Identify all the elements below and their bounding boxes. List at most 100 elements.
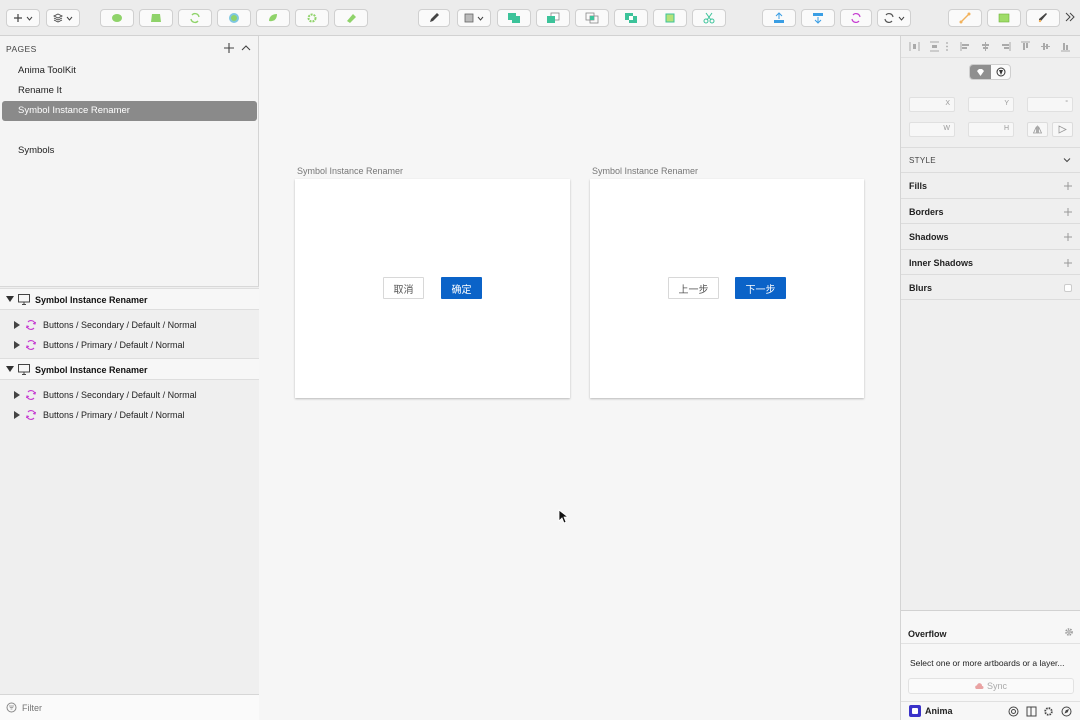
disclosure-right-icon[interactable] bbox=[14, 391, 20, 399]
preview-icon[interactable] bbox=[1008, 706, 1019, 717]
symbol-instance-icon bbox=[25, 340, 37, 350]
flip-vertical-button[interactable] bbox=[1052, 122, 1073, 137]
disclosure-right-icon[interactable] bbox=[14, 341, 20, 349]
frame-button[interactable] bbox=[653, 9, 687, 27]
sync-button[interactable]: Sync bbox=[908, 678, 1074, 694]
align-right-icon[interactable] bbox=[1000, 41, 1011, 52]
add-fill-icon[interactable] bbox=[1063, 181, 1073, 191]
frame-icon bbox=[665, 13, 675, 23]
align-center-horizontal-icon[interactable] bbox=[980, 41, 991, 52]
intersect-button[interactable] bbox=[575, 9, 609, 27]
more-tools-icon[interactable] bbox=[1064, 11, 1076, 26]
anima-logo-icon[interactable] bbox=[909, 705, 921, 717]
blurs-section[interactable]: Blurs bbox=[901, 274, 1080, 300]
align-middle-icon[interactable] bbox=[1040, 41, 1051, 52]
symbol-layer-row[interactable]: Buttons / Secondary / Default / Normal bbox=[0, 315, 259, 335]
prototype-mode-option[interactable] bbox=[991, 65, 1010, 79]
page-item[interactable]: Rename It bbox=[2, 81, 257, 101]
flip-horizontal-button[interactable] bbox=[1027, 122, 1048, 137]
insert-button[interactable] bbox=[6, 9, 40, 27]
disclosure-right-icon[interactable] bbox=[14, 411, 20, 419]
plugin-button-5[interactable] bbox=[256, 9, 290, 27]
difference-button[interactable] bbox=[614, 9, 648, 27]
layout-icon[interactable] bbox=[1026, 706, 1037, 717]
settings-icon[interactable] bbox=[1043, 706, 1054, 717]
add-shadow-icon[interactable] bbox=[1063, 232, 1073, 242]
add-inner-shadow-icon[interactable] bbox=[1063, 258, 1073, 268]
artboard-layer-row[interactable]: Symbol Instance Renamer bbox=[0, 288, 259, 310]
previous-step-button[interactable]: 上一步 bbox=[668, 277, 719, 299]
blur-checkbox-icon[interactable] bbox=[1063, 283, 1073, 293]
symbol-icon bbox=[851, 13, 861, 23]
cancel-button[interactable]: 取消 bbox=[383, 277, 424, 299]
symbol-layer-row[interactable]: Buttons / Primary / Default / Normal bbox=[0, 335, 259, 355]
filter-icon[interactable] bbox=[6, 702, 17, 713]
distribute-vertical-icon[interactable] bbox=[929, 41, 940, 52]
filter-input[interactable] bbox=[22, 700, 242, 716]
chevron-down-icon bbox=[66, 16, 73, 21]
align-left-icon[interactable] bbox=[960, 41, 971, 52]
backward-button[interactable] bbox=[801, 9, 835, 27]
mask-button[interactable] bbox=[987, 9, 1021, 27]
width-field[interactable]: W bbox=[909, 122, 955, 137]
disclosure-down-icon[interactable] bbox=[6, 366, 14, 372]
borders-section[interactable]: Borders bbox=[901, 198, 1080, 224]
union-button[interactable] bbox=[497, 9, 531, 27]
disclosure-down-icon[interactable] bbox=[6, 296, 14, 302]
next-step-button[interactable]: 下一步 bbox=[735, 277, 786, 299]
pages-header: PAGES bbox=[0, 36, 259, 60]
symbol-options-button[interactable] bbox=[877, 9, 911, 27]
chevron-up-icon[interactable] bbox=[240, 42, 252, 54]
confirm-button[interactable]: 确定 bbox=[441, 277, 482, 299]
add-border-icon[interactable] bbox=[1063, 207, 1073, 217]
disclosure-right-icon[interactable] bbox=[14, 321, 20, 329]
page-item-selected[interactable]: Symbol Instance Renamer bbox=[2, 101, 257, 121]
plugin-button-1[interactable] bbox=[100, 9, 134, 27]
create-symbol-button[interactable] bbox=[840, 9, 872, 27]
more-options-icon[interactable] bbox=[945, 41, 949, 52]
symbol-layer-row[interactable]: Buttons / Secondary / Default / Normal bbox=[0, 385, 259, 405]
canvas[interactable]: Symbol Instance Renamer 取消 确定 Symbol Ins… bbox=[260, 36, 900, 720]
layer-list-button[interactable] bbox=[46, 9, 80, 27]
align-bottom-icon[interactable] bbox=[1060, 41, 1071, 52]
artboard-layer-row[interactable]: Symbol Instance Renamer bbox=[0, 358, 259, 380]
style-section-header[interactable]: STYLE bbox=[901, 147, 1080, 171]
borders-label: Borders bbox=[909, 207, 944, 217]
scissors-button[interactable] bbox=[692, 9, 726, 27]
page-item[interactable]: Symbols bbox=[2, 141, 257, 161]
design-mode-option[interactable] bbox=[970, 65, 991, 79]
plugin-button-2[interactable] bbox=[139, 9, 173, 27]
chevron-down-icon bbox=[898, 16, 905, 21]
height-field[interactable]: H bbox=[968, 122, 1014, 137]
page-item[interactable]: Anima ToolKit bbox=[2, 61, 257, 81]
pen-tool-button[interactable] bbox=[418, 9, 450, 27]
x-position-field[interactable]: X bbox=[909, 97, 955, 112]
plugin-button-4[interactable] bbox=[217, 9, 251, 27]
shape-tool-button[interactable] bbox=[457, 9, 491, 27]
fills-section[interactable]: Fills bbox=[901, 172, 1080, 198]
align-top-icon[interactable] bbox=[1020, 41, 1031, 52]
compass-icon[interactable] bbox=[1061, 706, 1072, 717]
rotation-field[interactable]: ° bbox=[1027, 97, 1073, 112]
shadows-section[interactable]: Shadows bbox=[901, 223, 1080, 249]
edit-path-button[interactable] bbox=[948, 9, 982, 27]
plugin-button-7[interactable] bbox=[334, 9, 368, 27]
chevron-down-icon[interactable] bbox=[1062, 155, 1072, 165]
add-page-icon[interactable] bbox=[223, 42, 235, 54]
forward-button[interactable] bbox=[762, 9, 796, 27]
artboard[interactable]: 取消 确定 bbox=[295, 179, 570, 398]
plugin-button-6[interactable] bbox=[295, 9, 329, 27]
gear-icon[interactable] bbox=[1064, 627, 1074, 637]
brush-button[interactable] bbox=[1026, 9, 1060, 27]
view-mode-toggle[interactable] bbox=[969, 64, 1011, 80]
path-icon bbox=[959, 12, 971, 24]
inner-shadows-section[interactable]: Inner Shadows bbox=[901, 249, 1080, 275]
distribute-horizontal-icon[interactable] bbox=[909, 41, 920, 52]
artboard-title[interactable]: Symbol Instance Renamer bbox=[592, 166, 698, 176]
y-position-field[interactable]: Y bbox=[968, 97, 1014, 112]
subtract-button[interactable] bbox=[536, 9, 570, 27]
symbol-layer-row[interactable]: Buttons / Primary / Default / Normal bbox=[0, 405, 259, 425]
artboard[interactable]: 上一步 下一步 bbox=[590, 179, 864, 398]
plugin-button-3[interactable] bbox=[178, 9, 212, 27]
artboard-title[interactable]: Symbol Instance Renamer bbox=[297, 166, 403, 176]
